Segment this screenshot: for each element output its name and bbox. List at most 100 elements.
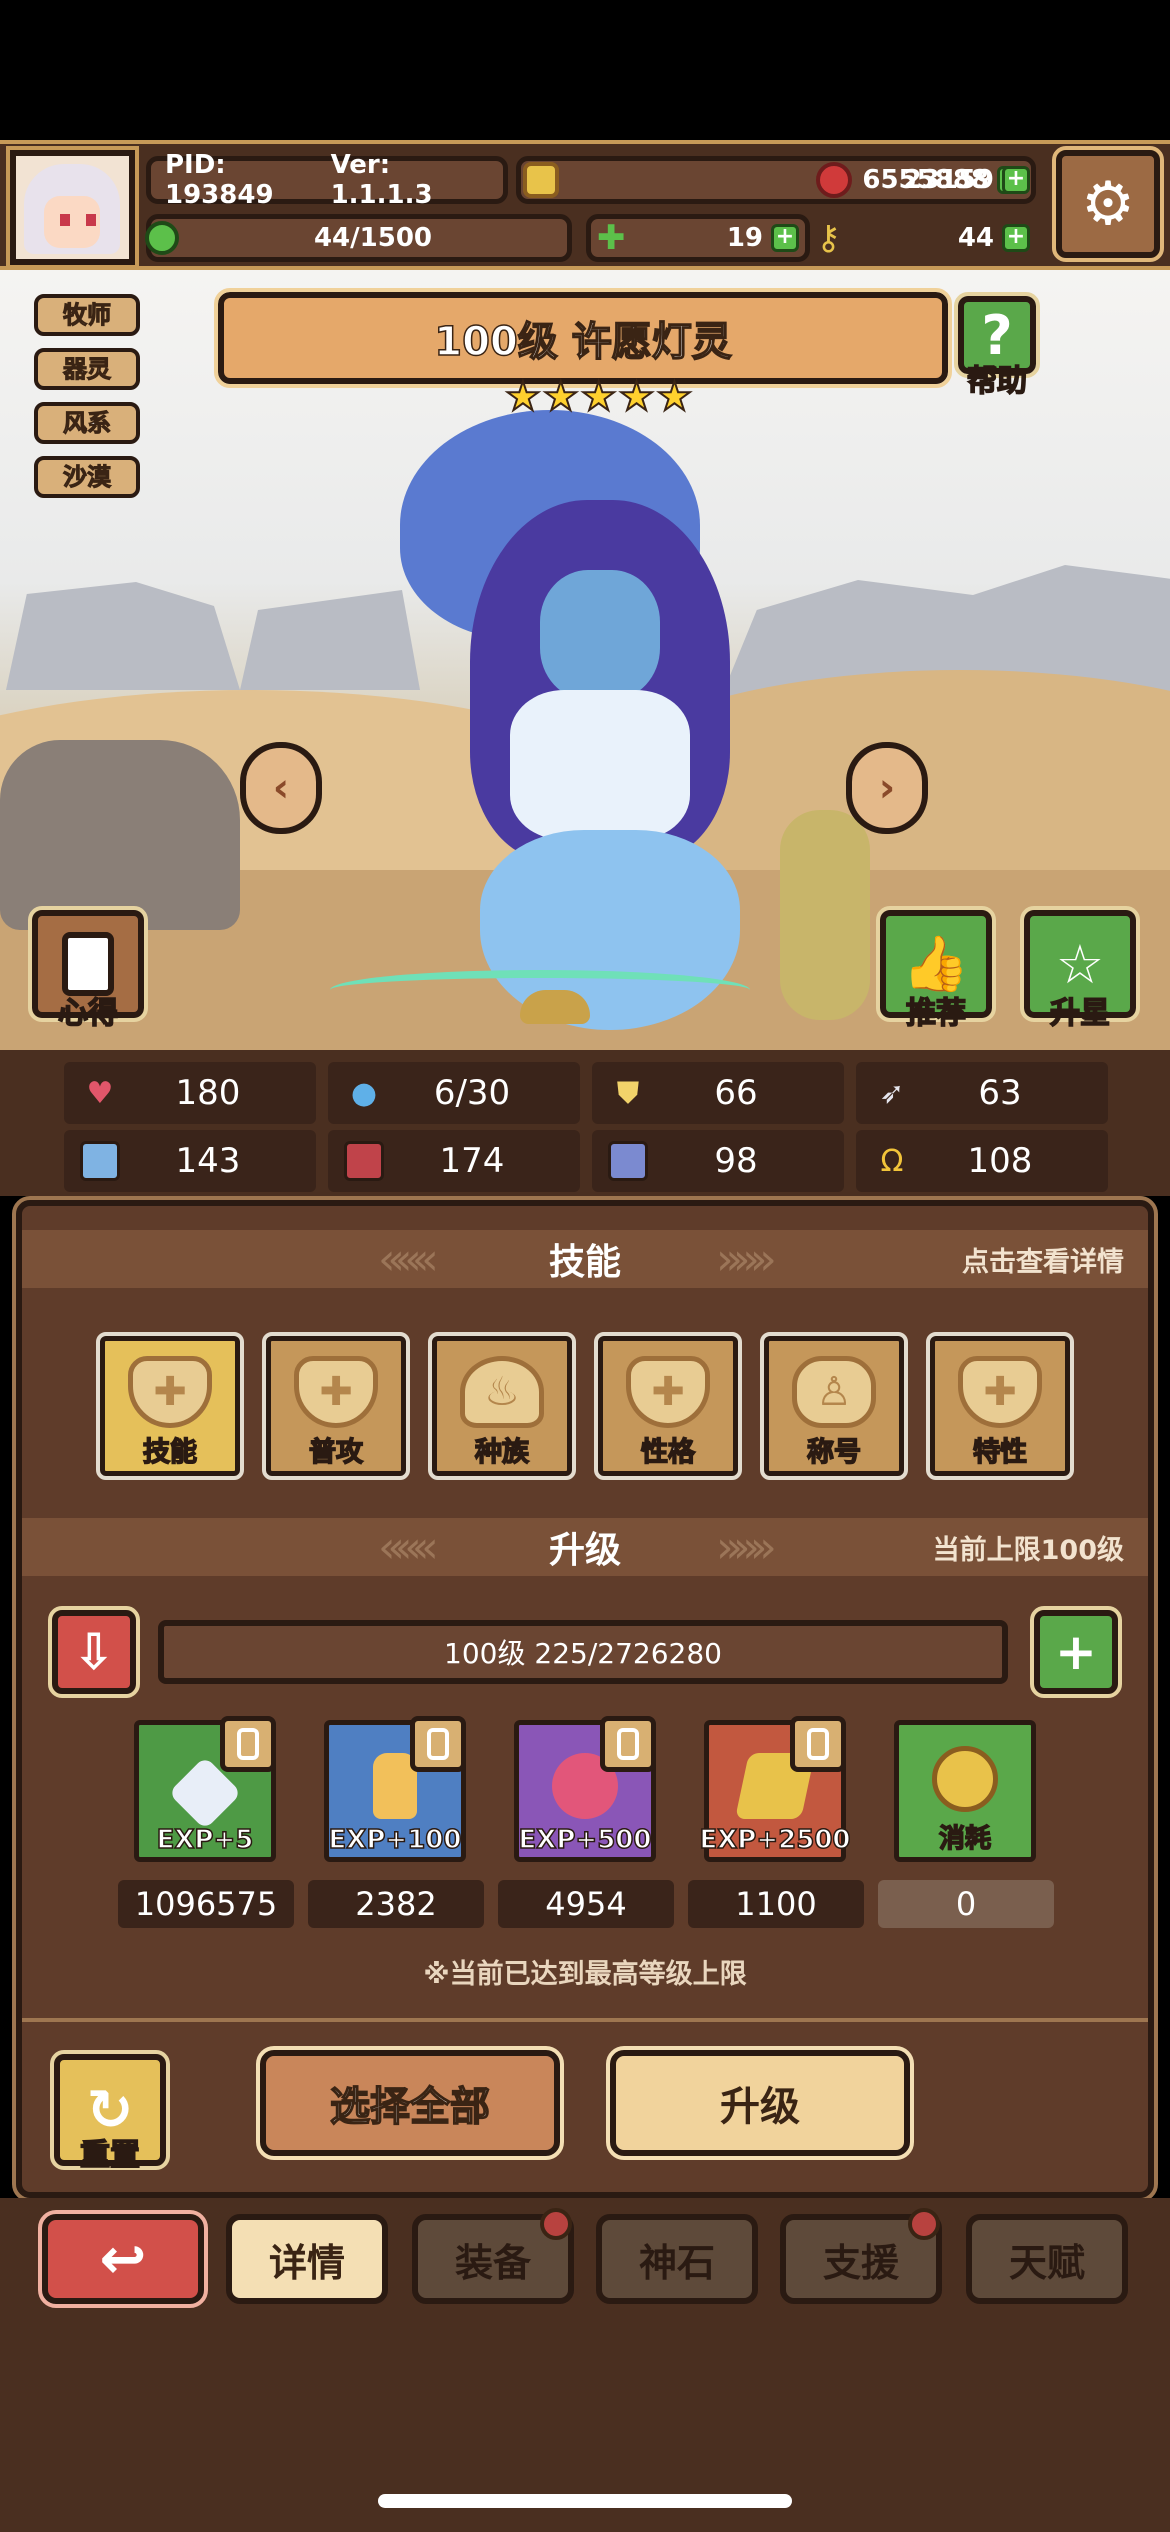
upgrade-button[interactable]: 升级 <box>606 2046 914 2160</box>
gold-coin-icon <box>932 1746 998 1812</box>
id-version-bar: PID: 193849 Ver: 1.1.1.3 <box>146 150 508 210</box>
heart-cross-icon: ✚ <box>958 1356 1042 1428</box>
heart-cross-icon: ✚ <box>294 1356 378 1428</box>
heart-cross-icon: ✚ <box>626 1356 710 1428</box>
book-icon <box>344 1141 384 1181</box>
recommend-label: 推荐 <box>905 995 967 1032</box>
element-tag: 风系 <box>34 402 140 444</box>
item-count: 2382 <box>308 1880 484 1928</box>
title-button[interactable]: ♙ 称号 <box>760 1332 908 1480</box>
character-title: 100级 许愿灯灵 <box>434 318 733 366</box>
luck-value: 108 <box>967 1141 1033 1181</box>
star-icon: ☆ <box>1055 932 1105 996</box>
item-count: 1100 <box>688 1880 864 1928</box>
exp-item-label: EXP+500 <box>518 1824 652 1856</box>
gear-icon: ⚙ <box>1081 169 1135 239</box>
home-indicator[interactable] <box>378 2494 792 2508</box>
attack-stat: 143 <box>64 1130 316 1192</box>
back-button[interactable]: ↩ <box>38 2210 208 2308</box>
prev-character-button[interactable]: ‹ <box>240 742 322 834</box>
item-count: 4954 <box>498 1880 674 1928</box>
tab-godstone[interactable]: 神石 <box>596 2214 758 2304</box>
notebook-icon <box>62 932 114 996</box>
race-button[interactable]: ♨ 种族 <box>428 1332 576 1480</box>
tab-details-label: 详情 <box>268 2240 345 2285</box>
lock-badge-icon <box>600 1716 656 1772</box>
level-down-button[interactable]: ⇩ <box>48 1606 140 1698</box>
lock-badge-icon <box>790 1716 846 1772</box>
heart-icon: ♥ <box>86 1075 114 1111</box>
star-icon: ★ <box>655 373 693 421</box>
back-arrow-icon: ↩ <box>99 2226 147 2292</box>
stamina-bar: 44/1500 <box>145 214 572 262</box>
star-icon: ★ <box>542 373 580 421</box>
water-drop-icon: ● <box>350 1075 378 1111</box>
add-key-button[interactable]: + <box>1002 224 1030 252</box>
lock-badge-icon <box>220 1716 276 1772</box>
player-id: PID: 193849 <box>165 150 274 210</box>
level-up-plus-button[interactable]: + <box>1030 1606 1122 1698</box>
add-ruby-button[interactable]: + <box>1002 166 1030 194</box>
key-icon: ⚷ <box>816 218 841 258</box>
cost-label: 消耗 <box>938 1823 992 1855</box>
upgrade-section-header: ««« 升级 »»» 当前上限100级 <box>22 1518 1148 1576</box>
next-character-button[interactable]: › <box>846 742 928 834</box>
normal-attack-label: 普攻 <box>308 1436 364 1469</box>
star-up-label: 升星 <box>1049 995 1111 1032</box>
plus-icon: + <box>1055 1623 1097 1681</box>
normal-attack-button[interactable]: ✚ 普攻 <box>262 1332 410 1480</box>
exp-progress-text: 100级 225/2726280 <box>444 1637 722 1670</box>
help-label: 帮助 <box>966 363 1028 400</box>
fist-icon <box>80 1141 120 1181</box>
star-icon: ★ <box>504 373 542 421</box>
ruby-icon <box>816 162 852 198</box>
tab-talent-label: 天赋 <box>1008 2240 1085 2285</box>
cost-item: 消耗 <box>894 1720 1036 1862</box>
reset-label: 重置 <box>79 2137 141 2174</box>
settings-button[interactable]: ⚙ <box>1052 146 1164 262</box>
resist-stat: 98 <box>592 1130 844 1192</box>
add-clover-button[interactable]: + <box>771 224 799 252</box>
genie-body <box>510 690 690 840</box>
trait-label: 特性 <box>972 1436 1028 1469</box>
trait-button[interactable]: ✚ 特性 <box>926 1332 1074 1480</box>
mesa-rock <box>6 582 240 690</box>
exp-item-label: EXP+5 <box>156 1824 254 1856</box>
tab-talent[interactable]: 天赋 <box>966 2214 1128 2304</box>
lamp-icon: ♨ <box>460 1356 544 1428</box>
attack-value: 143 <box>175 1141 241 1181</box>
star-icon: ★ <box>618 373 656 421</box>
chevron-left-icon: ««« <box>378 1521 439 1573</box>
chevron-right-icon: »»» <box>716 1521 777 1573</box>
key-counter: ⚷ 44 + <box>816 214 1036 262</box>
stamina-icon <box>145 221 179 255</box>
gold-coin-icon <box>523 162 559 198</box>
ruby-counter: 23159 + <box>816 156 1036 204</box>
avatar-eye <box>60 214 70 226</box>
level-cap: 当前上限100级 <box>932 1534 1124 1566</box>
personality-button[interactable]: ✚ 性格 <box>594 1332 742 1480</box>
magic-lamp-icon <box>520 990 590 1024</box>
chevron-left-icon: ‹ <box>272 765 290 811</box>
upgrade-label: 升级 <box>720 2084 800 2130</box>
clover-value: 19 <box>726 223 763 253</box>
tab-support-label: 支援 <box>822 2240 899 2285</box>
mana-value: 6/30 <box>433 1073 511 1113</box>
notification-dot <box>540 2208 572 2240</box>
skill-button[interactable]: ✚ 技能 <box>96 1332 244 1480</box>
character-title-banner: 100级 许愿灯灵 <box>214 288 952 388</box>
class-tag: 牧师 <box>34 294 140 336</box>
scroll-icon <box>608 1141 648 1181</box>
defense-stat: ⛊ 66 <box>592 1062 844 1124</box>
notes-label: 心得 <box>57 995 119 1032</box>
player-avatar[interactable] <box>6 146 139 269</box>
lock-badge-icon <box>410 1716 466 1772</box>
figure-icon: ♙ <box>792 1356 876 1428</box>
tab-godstone-label: 神石 <box>638 2240 715 2285</box>
select-all-button[interactable]: 选择全部 <box>256 2046 564 2160</box>
tab-details[interactable]: 详情 <box>226 2214 388 2304</box>
race-label: 种族 <box>474 1436 530 1469</box>
magic-value: 174 <box>439 1141 505 1181</box>
exp-item-label: EXP+2500 <box>699 1824 852 1856</box>
chevron-right-icon: › <box>878 765 896 811</box>
